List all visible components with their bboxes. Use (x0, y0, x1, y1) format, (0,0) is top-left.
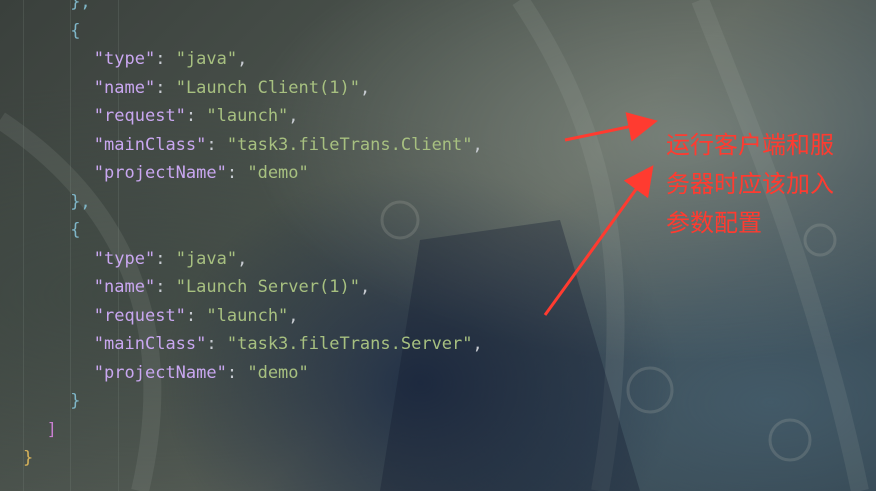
arrow-to-server (543, 165, 654, 316)
arrow-to-client (564, 112, 658, 142)
annotation-arrows (543, 112, 658, 316)
